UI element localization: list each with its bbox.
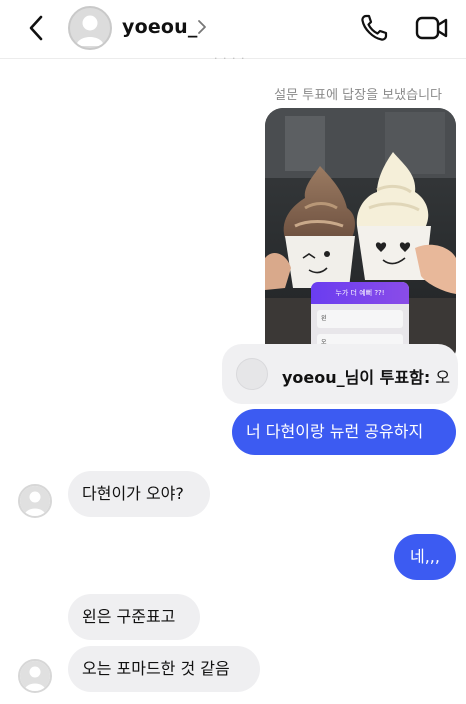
profile-avatar[interactable] (68, 6, 112, 50)
chat-username[interactable]: yoeou_ (122, 16, 198, 38)
message-bubble-incoming[interactable]: 오는 포마드한 것 같음 (68, 646, 260, 692)
story-reply-thumbnail[interactable]: 누가 더 예뻐 ??! 왼 오 (265, 108, 456, 366)
default-avatar-icon (76, 15, 104, 46)
default-avatar-icon (20, 486, 50, 516)
chevron-left-icon (29, 15, 43, 41)
story-reply-label: 설문 투표에 답장을 보냈습니다 (274, 88, 442, 103)
vote-text: yoeou_님이 투표함: 오 (282, 364, 450, 388)
vote-prefix: yoeou_님이 투표함: (282, 368, 431, 387)
scroll-indicator: · · · · (214, 52, 246, 65)
chevron-right-icon (198, 20, 206, 34)
video-call-button[interactable] (414, 12, 450, 44)
message-bubble-outgoing[interactable]: 네,,, (394, 534, 456, 580)
voter-avatar (236, 358, 268, 390)
back-button[interactable] (22, 12, 52, 44)
poll-question: 누가 더 예뻐 ??! (311, 282, 409, 304)
voice-call-button[interactable] (358, 12, 390, 44)
chat-header: yoeou_ · · · · (0, 0, 466, 65)
vote-choice: 오 (435, 368, 451, 387)
contact-avatar[interactable] (18, 484, 52, 518)
message-bubble-incoming[interactable]: 왼은 구준표고 (68, 594, 200, 640)
message-bubble-incoming[interactable]: 다현이가 오야? (68, 471, 210, 517)
message-bubble-outgoing[interactable]: 너 다현이랑 뉴런 공유하지 (232, 409, 456, 455)
video-camera-icon (415, 16, 448, 40)
default-avatar-icon (20, 661, 50, 691)
poll-vote-bubble[interactable]: yoeou_님이 투표함: 오 (222, 344, 458, 404)
poll-option-left: 왼 (317, 310, 403, 328)
phone-icon (361, 14, 388, 41)
contact-avatar[interactable] (18, 659, 52, 693)
